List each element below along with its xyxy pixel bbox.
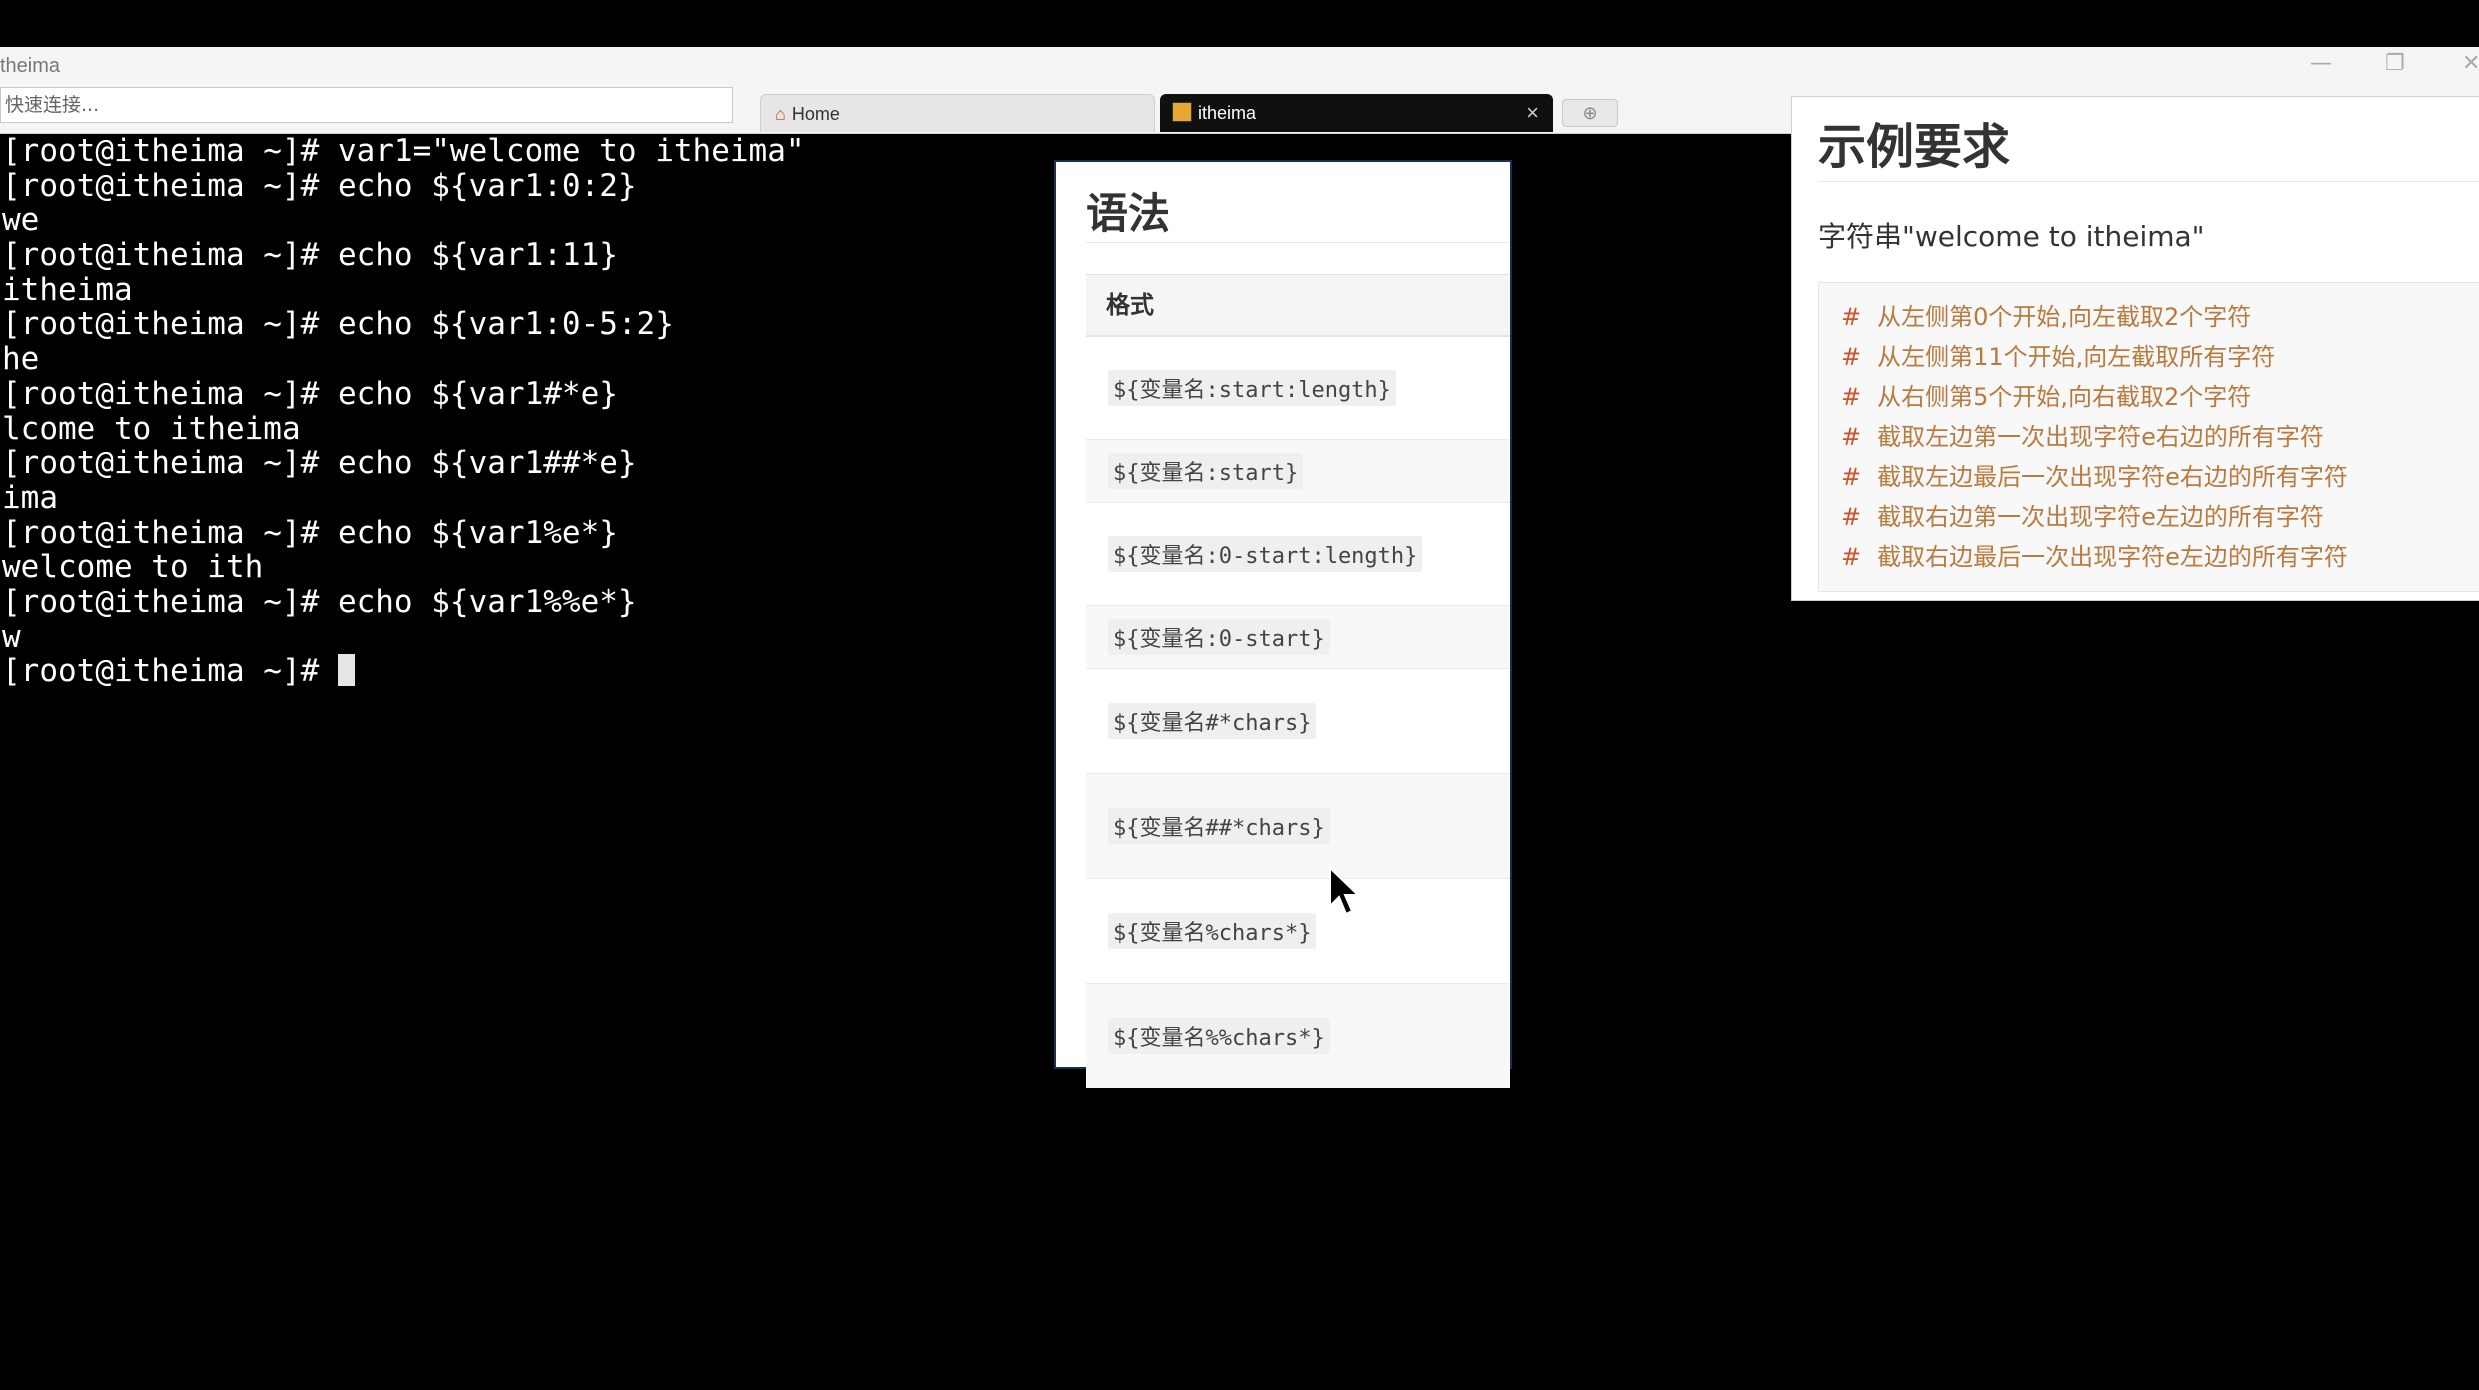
table-row: ${变量名:0-start} [1086,606,1510,669]
syntax-table-header: 格式 [1086,274,1510,337]
example-comment-line: # 从左侧第11个开始,向左截取所有字符 [1841,337,2275,372]
terminal-line: ima [2,479,58,516]
table-row: ${变量名%%chars*} [1086,984,1510,1088]
table-row: ${变量名:start:length} [1086,337,1510,440]
syntax-panel: 语法 格式 ${变量名:start:length} ${变量名:start} $… [1054,160,1512,1088]
syntax-title: 语法 [1086,189,1171,238]
example-comment-line: # 从右侧第5个开始,向右截取2个字符 [1841,377,2251,412]
close-window-button[interactable]: ✕ [2462,51,2479,76]
terminal-prompt: [root@itheima ~]# [2,653,338,690]
example-comment-text: 截取左边第一次出现字符e右边的所有字符 [1877,423,2324,451]
terminal-line: he [2,341,40,378]
example-comment-text: 从右侧第5个开始,向右截取2个字符 [1877,383,2252,411]
syntax-code: ${变量名%chars*} [1108,913,1317,949]
terminal-line: w [2,618,21,655]
table-row: ${变量名##*chars} [1086,774,1510,879]
terminal-line: [root@itheima ~]# echo ${var1%e*} [2,514,618,551]
example-comment-line: # 截取左边最后一次出现字符e右边的所有字符 [1841,457,2348,492]
table-row: ${变量名#*chars} [1086,669,1510,774]
terminal-line: [root@itheima ~]# var1="welcome to ithei… [2,133,805,169]
table-row: ${变量名:start} [1086,440,1510,503]
terminal-line: [root@itheima ~]# echo ${var1#*e} [2,375,618,412]
terminal-line: [root@itheima ~]# echo ${var1:0-5:2} [2,306,674,343]
terminal-line: [root@itheima ~]# echo ${var1:11} [2,237,618,274]
example-comment-text: 从左侧第11个开始,向左截取所有字符 [1877,343,2276,371]
example-title: 示例要求 [1818,119,2011,175]
example-panel: 示例要求 字符串"welcome to itheima" # 从左侧第0个开始,向… [1791,96,2479,601]
quick-connect-input[interactable]: 快速连接... [0,87,733,123]
syntax-code: ${变量名%%chars*} [1108,1018,1330,1054]
terminal-line: we [2,202,40,239]
terminal-line: lcome to itheima [2,410,301,447]
divider [1086,242,1510,243]
hash-mark: # [1841,303,1862,331]
example-comment-text: 截取右边第一次出现字符e左边的所有字符 [1877,503,2324,531]
example-comment-line: # 从左侧第0个开始,向左截取2个字符 [1841,297,2251,332]
example-description: 字符串"welcome to itheima" [1818,220,2205,253]
tab-home-label: Home [791,104,840,124]
example-comment-line: # 截取左边第一次出现字符e右边的所有字符 [1841,417,2324,452]
tab-home[interactable]: ⌂ Home [760,94,1155,132]
window-title: theima [0,55,61,77]
divider [1818,181,2479,182]
hash-mark: # [1841,383,1862,411]
syntax-table: 格式 ${变量名:start:length} ${变量名:start} ${变量… [1086,274,1510,1088]
example-comment-text: 从左侧第0个开始,向左截取2个字符 [1877,303,2252,331]
session-icon [1172,102,1192,123]
terminal-line: [root@itheima ~]# echo ${var1:0:2} [2,167,637,204]
terminal-line: welcome to ith [2,549,264,586]
syntax-code: ${变量名##*chars} [1108,808,1330,844]
tab-itheima-label: itheima [1198,103,1257,123]
syntax-code: ${变量名:start} [1108,453,1304,489]
terminal[interactable]: [root@itheima ~]# var1="welcome to ithei… [0,134,1055,1390]
restore-button[interactable]: ❐ [2385,51,2405,76]
hash-mark: # [1841,543,1862,571]
terminal-prompt-line: [root@itheima ~]# [0,654,1055,689]
minimize-button[interactable]: — [2310,51,2332,76]
terminal-cursor [337,654,355,687]
hash-mark: # [1841,463,1862,491]
terminal-line: [root@itheima ~]# echo ${var1##*e} [2,445,637,482]
syntax-code: ${变量名:0-start} [1108,619,1330,655]
hash-mark: # [1841,503,1862,531]
example-comment-text: 截取左边最后一次出现字符e右边的所有字符 [1877,463,2348,491]
new-tab-button[interactable]: ⊕ [1562,99,1618,127]
terminal-line: [root@itheima ~]# echo ${var1%%e*} [2,583,637,620]
syntax-code: ${变量名:start:length} [1108,370,1396,406]
example-comment-line: # 截取右边第一次出现字符e左边的所有字符 [1841,497,2324,532]
home-icon: ⌂ [775,104,786,124]
example-code-block: # 从左侧第0个开始,向左截取2个字符 # 从左侧第11个开始,向左截取所有字符 #… [1818,282,2479,592]
tab-close-icon[interactable]: × [1526,94,1539,132]
syntax-code: ${变量名#*chars} [1108,703,1317,739]
tab-itheima[interactable]: itheima × [1160,94,1553,132]
table-row: ${变量名:0-start:length} [1086,503,1510,606]
mouse-pointer-icon [1329,866,1361,916]
terminal-line: itheima [2,271,133,308]
table-row: ${变量名%chars*} [1086,879,1510,984]
hash-mark: # [1841,343,1862,371]
syntax-code: ${变量名:0-start:length} [1108,536,1423,572]
hash-mark: # [1841,423,1862,451]
example-comment-text: 截取右边最后一次出现字符e左边的所有字符 [1877,543,2348,571]
example-comment-line: # 截取右边最后一次出现字符e左边的所有字符 [1841,537,2348,572]
